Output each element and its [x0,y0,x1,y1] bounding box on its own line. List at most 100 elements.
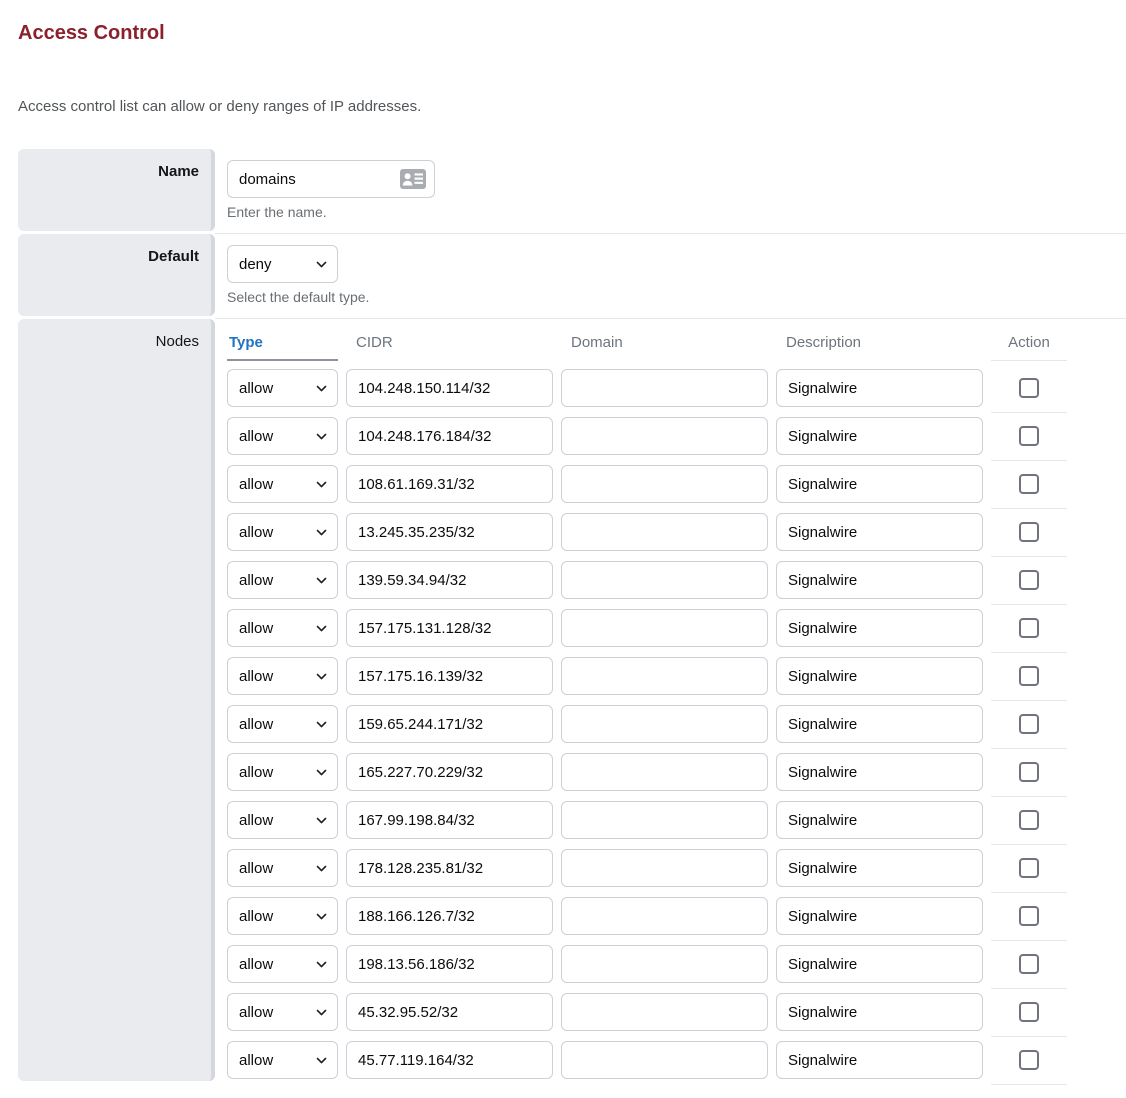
node-delete-checkbox[interactable] [1019,1050,1039,1070]
node-delete-checkbox[interactable] [1019,618,1039,638]
node-cidr-input[interactable] [346,369,553,407]
node-description-input[interactable] [776,945,983,983]
node-delete-checkbox[interactable] [1019,426,1039,446]
node-description-input[interactable] [776,705,983,743]
description-cell [776,993,983,1031]
nodes-label: Nodes [18,319,215,1081]
action-cell [991,1036,1067,1085]
domain-cell [561,849,768,887]
node-type-select[interactable]: allow [227,897,338,935]
node-delete-checkbox[interactable] [1019,522,1039,542]
node-domain-input[interactable] [561,897,768,935]
action-cell [991,892,1067,941]
nodes-table-body: allow allow [227,364,1126,1084]
node-domain-input[interactable] [561,1041,768,1079]
node-type-select[interactable]: allow [227,753,338,791]
node-cidr-input[interactable] [346,753,553,791]
node-delete-checkbox[interactable] [1019,378,1039,398]
description-cell [776,609,983,647]
node-type-select[interactable]: allow [227,945,338,983]
node-type-select[interactable]: allow [227,801,338,839]
node-domain-input[interactable] [561,801,768,839]
node-delete-checkbox[interactable] [1019,570,1039,590]
node-description-input[interactable] [776,609,983,647]
node-domain-input[interactable] [561,369,768,407]
node-description-input[interactable] [776,657,983,695]
node-cidr-input[interactable] [346,561,553,599]
node-description-input[interactable] [776,1041,983,1079]
column-header-type[interactable]: Type [227,332,338,361]
contact-card-icon[interactable] [400,169,426,189]
node-description-input[interactable] [776,369,983,407]
node-type-select-wrap: allow [227,465,338,503]
description-cell [776,945,983,983]
node-delete-checkbox[interactable] [1019,1002,1039,1022]
node-description-input[interactable] [776,417,983,455]
node-type-select[interactable]: allow [227,609,338,647]
node-delete-checkbox[interactable] [1019,810,1039,830]
node-type-select[interactable]: allow [227,369,338,407]
node-domain-input[interactable] [561,705,768,743]
node-cidr-input[interactable] [346,801,553,839]
node-domain-input[interactable] [561,417,768,455]
cidr-cell [346,609,553,647]
domain-cell [561,1041,768,1079]
node-domain-input[interactable] [561,849,768,887]
node-type-select-wrap: allow [227,849,338,887]
node-domain-input[interactable] [561,513,768,551]
node-type-select[interactable]: allow [227,465,338,503]
default-type-select[interactable]: deny [227,245,338,283]
domain-cell [561,513,768,551]
node-domain-input[interactable] [561,465,768,503]
node-type-select[interactable]: allow [227,513,338,551]
node-type-select[interactable]: allow [227,705,338,743]
node-description-input[interactable] [776,513,983,551]
node-description-input[interactable] [776,993,983,1031]
node-type-select[interactable]: allow [227,1041,338,1079]
node-cidr-input[interactable] [346,465,553,503]
node-cidr-input[interactable] [346,1041,553,1079]
node-delete-checkbox[interactable] [1019,858,1039,878]
node-description-input[interactable] [776,897,983,935]
node-type-select[interactable]: allow [227,657,338,695]
node-cidr-input[interactable] [346,993,553,1031]
node-domain-input[interactable] [561,945,768,983]
node-type-select[interactable]: allow [227,417,338,455]
node-description-input[interactable] [776,465,983,503]
node-delete-checkbox[interactable] [1019,906,1039,926]
node-type-select[interactable]: allow [227,561,338,599]
node-cidr-input[interactable] [346,849,553,887]
domain-cell [561,705,768,743]
node-cidr-input[interactable] [346,657,553,695]
node-type-select[interactable]: allow [227,993,338,1031]
column-header-description: Description [776,332,983,361]
node-domain-input[interactable] [561,753,768,791]
node-description-input[interactable] [776,849,983,887]
node-cidr-input[interactable] [346,945,553,983]
node-description-input[interactable] [776,753,983,791]
node-type-select-wrap: allow [227,657,338,695]
action-cell [991,556,1067,605]
node-cidr-input[interactable] [346,417,553,455]
node-delete-checkbox[interactable] [1019,954,1039,974]
node-type-select[interactable]: allow [227,849,338,887]
node-description-input[interactable] [776,561,983,599]
description-cell [776,1041,983,1079]
node-cidr-input[interactable] [346,705,553,743]
node-delete-checkbox[interactable] [1019,714,1039,734]
action-cell [991,796,1067,845]
node-description-input[interactable] [776,801,983,839]
node-domain-input[interactable] [561,609,768,647]
node-domain-input[interactable] [561,561,768,599]
node-delete-checkbox[interactable] [1019,762,1039,782]
description-cell [776,513,983,551]
node-delete-checkbox[interactable] [1019,666,1039,686]
node-domain-input[interactable] [561,657,768,695]
table-row: allow [227,460,1126,508]
node-cidr-input[interactable] [346,513,553,551]
node-domain-input[interactable] [561,993,768,1031]
node-cidr-input[interactable] [346,609,553,647]
node-delete-checkbox[interactable] [1019,474,1039,494]
domain-cell [561,561,768,599]
node-cidr-input[interactable] [346,897,553,935]
